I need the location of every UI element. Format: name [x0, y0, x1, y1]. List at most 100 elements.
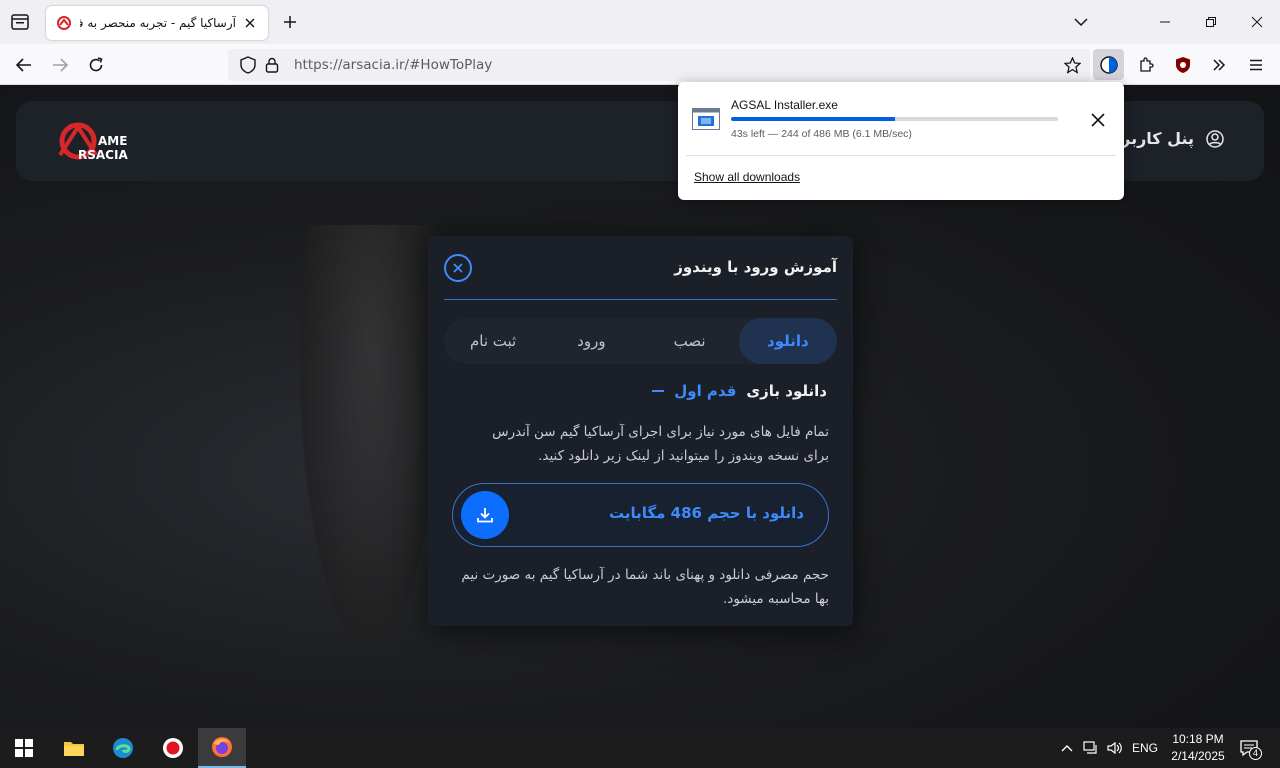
reload-icon	[89, 57, 103, 72]
reload-button[interactable]	[83, 52, 109, 78]
chevron-up-icon	[1061, 745, 1073, 752]
download-icon-circle	[461, 491, 509, 539]
screen: آرساکیا گیم - تجربه منحصر به فرد https:/…	[0, 0, 1280, 768]
download-icon	[477, 508, 493, 523]
lock-icon[interactable]	[260, 53, 284, 77]
downloads-button[interactable]	[1093, 49, 1124, 80]
screen-recorder-button[interactable]	[149, 728, 197, 768]
firefox-taskbar-button[interactable]	[198, 728, 246, 768]
restore-button[interactable]	[1188, 0, 1234, 44]
record-icon	[163, 738, 183, 758]
svg-text:RSACIA: RSACIA	[78, 148, 128, 162]
step-title: دانلود بازی	[746, 382, 827, 400]
hero-character-image	[300, 225, 440, 645]
volume-button[interactable]	[1104, 728, 1126, 768]
download-game-button[interactable]: دانلود با حجم 486 مگابایت	[452, 483, 829, 547]
back-button[interactable]	[11, 52, 37, 78]
app-menu-button[interactable]	[1243, 52, 1269, 78]
ublock-shield-icon	[1176, 57, 1190, 73]
clock-date: 2/14/2025	[1171, 749, 1225, 763]
file-explorer-button[interactable]	[50, 728, 98, 768]
modal-title: آموزش ورود با ویندوز	[674, 258, 837, 276]
exe-file-icon	[692, 108, 720, 130]
show-hidden-icons-button[interactable]	[1057, 728, 1077, 768]
modal-divider	[444, 299, 837, 300]
minimize-icon	[1160, 21, 1170, 23]
extensions-button[interactable]	[1133, 52, 1159, 78]
speaker-icon	[1107, 741, 1122, 755]
windows-taskbar: ENG 10:18 PM 2/14/2025 4	[0, 728, 1280, 768]
more-tools-button[interactable]	[1206, 52, 1232, 78]
downloads-panel: AGSAL Installer.exe 43s left — 244 of 48…	[678, 82, 1124, 200]
tab-download[interactable]: دانلود	[738, 318, 837, 364]
tab-login[interactable]: ورود	[542, 318, 640, 364]
bandwidth-note: حجم مصرفی دانلود و پهنای باند شما در آرس…	[461, 567, 829, 607]
arrow-right-icon	[53, 58, 68, 72]
puzzle-icon	[1140, 57, 1154, 72]
tab-install[interactable]: نصب	[641, 318, 739, 364]
network-button[interactable]	[1080, 728, 1102, 768]
network-icon	[1083, 741, 1097, 754]
browser-tabbar: آرساکیا گیم - تجربه منحصر به فرد	[0, 0, 1280, 44]
star-icon	[1063, 56, 1081, 74]
notification-count: 4	[1248, 747, 1262, 760]
user-panel-link[interactable]: پنل کاربری	[1106, 129, 1224, 148]
restore-icon	[1206, 17, 1216, 27]
arrow-left-icon	[16, 58, 31, 72]
new-tab-button[interactable]	[279, 11, 301, 33]
clock-time: 10:18 PM	[1172, 732, 1224, 746]
firefox-view-icon	[11, 14, 29, 30]
edge-button[interactable]	[99, 728, 147, 768]
close-icon	[1251, 16, 1263, 28]
plus-icon	[284, 16, 296, 28]
tab-arsacia[interactable]: آرساکیا گیم - تجربه منحصر به فرد	[46, 6, 268, 40]
svg-text:AME: AME	[98, 134, 127, 148]
tab-title: آرساکیا گیم - تجربه منحصر به فرد	[80, 16, 236, 30]
close-window-button[interactable]	[1234, 0, 1280, 44]
ublock-button[interactable]	[1170, 52, 1196, 78]
hamburger-icon	[1250, 59, 1262, 71]
url-host: https://arsacia.ir/	[294, 57, 410, 73]
modal-close-button[interactable]	[444, 254, 472, 282]
download-file-name[interactable]: AGSAL Installer.exe	[731, 98, 838, 112]
download-progress-bar	[731, 117, 1058, 121]
system-clock[interactable]: 10:18 PM 2/14/2025	[1162, 731, 1234, 765]
tab-close-button[interactable]	[242, 15, 258, 31]
browser-navbar: https://arsacia.ir/#HowToPlay	[0, 44, 1280, 85]
firefox-view-button[interactable]	[8, 10, 32, 34]
folder-icon	[64, 742, 84, 756]
bookmark-button[interactable]	[1060, 53, 1084, 77]
download-button-label: دانلود با حجم 486 مگابایت	[609, 504, 804, 522]
show-all-downloads-label: Show all downloads	[694, 170, 801, 184]
download-status: 43s left — 244 of 486 MB (6.1 MB/sec)	[731, 128, 912, 140]
show-all-downloads-link[interactable]: Show all downloads	[694, 170, 800, 184]
download-progress-fill	[731, 117, 896, 121]
forward-button[interactable]	[47, 52, 73, 78]
user-circle-icon	[1206, 129, 1224, 148]
arsacia-favicon-icon	[57, 16, 71, 30]
downloads-divider	[686, 155, 1116, 156]
url-text: https://arsacia.ir/#HowToPlay	[294, 57, 492, 73]
close-icon	[245, 18, 255, 28]
guide-tabs: دانلود نصب ورود ثبت نام	[444, 318, 837, 364]
tab-register[interactable]: ثبت نام	[444, 318, 542, 364]
windows-login-guide-modal: آموزش ورود با ویندوز دانلود نصب ورود ثبت…	[428, 236, 853, 626]
chevron-down-icon	[1074, 18, 1088, 27]
input-language-button[interactable]: ENG	[1128, 728, 1162, 768]
minimize-button[interactable]	[1142, 0, 1188, 44]
notifications-button[interactable]: 4	[1236, 728, 1264, 768]
url-bar[interactable]: https://arsacia.ir/#HowToPlay	[228, 49, 1090, 81]
close-icon	[1091, 113, 1105, 127]
chevron-double-right-icon	[1213, 59, 1226, 71]
url-path: #HowToPlay	[409, 57, 493, 73]
padlock-icon	[265, 57, 279, 73]
windows-logo-icon	[15, 739, 33, 757]
start-button[interactable]	[0, 728, 48, 768]
download-progress-icon	[1099, 55, 1118, 74]
cancel-download-button[interactable]	[1088, 110, 1108, 130]
list-all-tabs-button[interactable]	[1070, 11, 1092, 33]
edge-icon	[113, 738, 133, 758]
arsacia-logo[interactable]: AME RSACIA	[56, 119, 146, 165]
window-controls	[1142, 0, 1280, 44]
tracking-protection-icon[interactable]	[236, 53, 260, 77]
